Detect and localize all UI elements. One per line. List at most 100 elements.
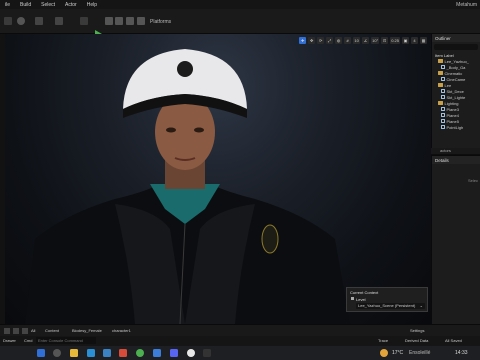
discord-icon[interactable]	[170, 349, 178, 357]
derived-data-button[interactable]: Derived Data	[405, 338, 428, 343]
outliner-panel: Outliner Item Label Lee_Yazhuo_ _Body_Ga C…	[431, 34, 480, 154]
folder-icon	[438, 71, 443, 75]
scale-icon[interactable]: ⤢	[326, 36, 334, 44]
console-command-input[interactable]	[36, 337, 96, 344]
weather-temperature[interactable]: 17°C	[392, 350, 403, 356]
unreal-editor-window: ile Build Select Actor Help Metahum Plat…	[0, 0, 480, 360]
outliner-search-input[interactable]	[434, 44, 478, 50]
windows-start-icon[interactable]	[37, 349, 45, 357]
select-mode-icon[interactable]: ✚	[299, 36, 307, 44]
play-options-icon[interactable]	[105, 17, 113, 25]
folder-icon	[438, 101, 443, 105]
crumb-biodesy-female[interactable]: Biodesy_Female	[72, 328, 102, 333]
details-header: Details	[432, 156, 480, 164]
grid-snap-value[interactable]: 10	[353, 36, 361, 44]
outliner-item-label: PointLigh	[446, 124, 464, 130]
actor-icon	[441, 77, 445, 81]
crumb-all[interactable]: All	[31, 328, 35, 333]
outliner-item-label: Cinematic	[444, 70, 463, 76]
app-icon-blue[interactable]	[153, 349, 161, 357]
main-toolbar: Platforms	[0, 9, 480, 38]
context-level-dropdown[interactable]: Lee_Yazhuo_Scene (Persistent) ⌄	[356, 303, 425, 309]
layout-icon[interactable]: ▦	[420, 36, 427, 44]
translate-icon[interactable]: ✥	[308, 36, 316, 44]
window-title: Metahum	[456, 1, 477, 8]
platforms-button[interactable]: Platforms	[150, 19, 171, 25]
rotation-snap-icon[interactable]: ∠	[362, 36, 370, 44]
current-context-popup: Current Context Level Lee_Yazhuo_Scene (…	[346, 287, 428, 312]
outliner-item-label: Lighting	[444, 100, 459, 106]
outliner-item-label: Plane3	[446, 106, 459, 112]
context-level-label: Level	[356, 297, 366, 302]
character-render	[25, 49, 350, 324]
scale-snap-icon[interactable]: ⊡	[381, 36, 389, 44]
outliner-actor-count: actors	[431, 148, 480, 154]
weather-description[interactable]: Ensoleillé	[409, 350, 430, 356]
outliner-item-label: Lee	[444, 82, 452, 88]
actor-icon	[441, 113, 445, 117]
outliner-item-label: _Body_Ga	[446, 64, 466, 70]
folder-icon	[438, 59, 443, 63]
import-icon[interactable]	[13, 328, 19, 334]
details-panel: Details Selec	[431, 155, 480, 324]
context-title: Current Context	[350, 290, 379, 295]
crumb-character1[interactable]: character1	[112, 328, 131, 333]
outliner-item-label: Skt_Dece	[446, 88, 464, 94]
menu-file[interactable]: ile	[0, 2, 15, 8]
grid-snap-icon[interactable]: #	[344, 36, 352, 44]
mail-icon[interactable]	[103, 349, 111, 357]
app-icon-dark[interactable]	[203, 349, 211, 357]
unreal-engine-icon[interactable]	[187, 349, 195, 357]
snap-value[interactable]: 4	[411, 36, 418, 44]
menu-select[interactable]: Select	[36, 2, 60, 8]
app-icon-red[interactable]	[119, 349, 127, 357]
rotation-snap-value[interactable]: 10°	[371, 36, 380, 44]
edge-icon[interactable]	[87, 349, 95, 357]
menu-build[interactable]: Build	[15, 2, 36, 8]
clock[interactable]: 14:33	[455, 350, 468, 356]
chrome-icon[interactable]	[136, 349, 144, 357]
trace-button[interactable]: Trace	[378, 338, 388, 343]
cmd-label[interactable]: Cmd	[24, 338, 32, 343]
camera-speed-value[interactable]: 0.25	[390, 36, 400, 44]
content-drawer-button[interactable]: Drawer	[3, 338, 16, 343]
actor-icon	[441, 107, 445, 111]
file-explorer-icon[interactable]	[70, 349, 78, 357]
weather-icon[interactable]	[380, 349, 388, 357]
outliner-tree: Lee_Yazhuo_ _Body_Ga Cinematic CineCame Lee S…	[432, 58, 480, 130]
all-saved-status[interactable]: All Saved	[445, 338, 462, 343]
sequencer-icon[interactable]	[80, 17, 88, 25]
camera-speed-icon[interactable]: ▣	[402, 36, 409, 44]
search-icon[interactable]	[53, 349, 61, 357]
actor-icon	[441, 125, 445, 129]
blueprint-icon[interactable]	[55, 17, 63, 25]
level-icon	[351, 297, 354, 300]
actor-icon	[441, 65, 445, 69]
menu-actor[interactable]: Actor	[60, 2, 82, 8]
eject-icon[interactable]	[137, 17, 145, 25]
settings-button[interactable]: Settings	[410, 328, 424, 333]
stop-icon[interactable]	[126, 17, 134, 25]
menu-help[interactable]: Help	[82, 2, 102, 8]
status-bar: Drawer Cmd Trace Derived Data All Saved	[0, 336, 480, 346]
level-viewport[interactable]: ✚ ✥ ⟳ ⤢ ◍ # 10 ∠ 10° ⊡ 0.25 ▣ 4 ▦	[5, 34, 431, 324]
outliner-item[interactable]: PointLigh	[432, 124, 480, 130]
details-title: Details	[435, 157, 449, 163]
mode-select-icon[interactable]	[17, 17, 25, 25]
outliner-title: Outliner	[435, 35, 451, 41]
actor-icon	[441, 95, 445, 99]
outliner-item-label: Plane5	[446, 118, 459, 124]
save-all-icon[interactable]	[22, 328, 28, 334]
pause-icon[interactable]	[115, 17, 123, 25]
content-icon[interactable]	[35, 17, 43, 25]
outliner-header: Outliner	[432, 34, 480, 42]
add-icon[interactable]	[4, 328, 10, 334]
world-local-icon[interactable]: ◍	[335, 36, 343, 44]
windows-taskbar: 17°C Ensoleillé 14:33	[0, 346, 480, 360]
rotate-icon[interactable]: ⟳	[317, 36, 325, 44]
outliner-item-label: Skt_Lighte	[446, 94, 466, 100]
actor-icon	[441, 89, 445, 93]
viewport-toolbar: ✚ ✥ ⟳ ⤢ ◍ # 10 ∠ 10° ⊡ 0.25 ▣ 4 ▦	[299, 36, 427, 44]
save-icon[interactable]	[4, 17, 12, 25]
crumb-content[interactable]: Content	[45, 328, 59, 333]
